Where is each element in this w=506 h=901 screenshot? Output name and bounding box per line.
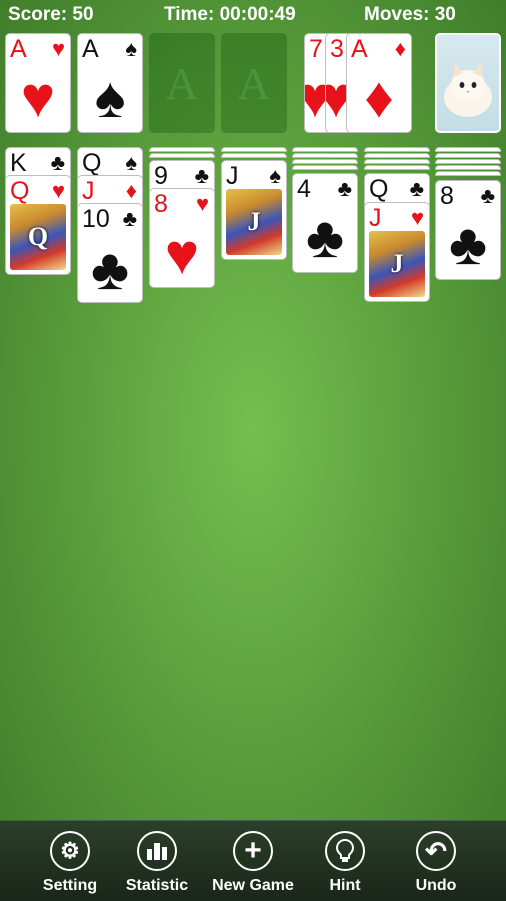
card-rank: Q (82, 149, 102, 177)
jack-face-art: J (369, 231, 425, 297)
card-suit-small: ♠ (125, 36, 137, 61)
face-down-card-edge (364, 153, 430, 158)
undo-arrow-icon: ↶ (416, 831, 456, 871)
foundation-hearts[interactable]: A ♥ ♥ (5, 33, 71, 133)
face-down-card-edge (435, 147, 501, 152)
kitten-card-back-image (444, 63, 492, 117)
statistic-label: Statistic (125, 877, 189, 894)
face-down-card-edge (364, 159, 430, 164)
card-rank: J (226, 162, 239, 190)
card-suit-small: ♣ (122, 206, 137, 231)
lightbulb-glyph (335, 838, 355, 862)
card-rank: 8 (440, 182, 454, 210)
card-rank: K (10, 149, 27, 177)
face-down-card-edge (292, 165, 358, 170)
card-suit-large: ♣ (305, 205, 345, 270)
card-rank: 7 (309, 35, 323, 63)
card-rank: 8 (154, 190, 168, 218)
card-suit-large: ♣ (448, 212, 488, 277)
face-down-card-edge (149, 153, 215, 158)
card-suit-small: ♦ (125, 178, 137, 203)
card-suit-small: ♣ (409, 176, 424, 201)
tableau-card[interactable]: 10 ♣ ♣ (77, 203, 143, 303)
face-down-card-edge (435, 171, 501, 176)
face-down-card-edge (221, 153, 287, 158)
card-suit-small: ♣ (194, 163, 209, 188)
card-rank: J (369, 204, 382, 232)
new-game-label: New Game (212, 877, 294, 894)
score-label: Score: 50 (8, 4, 94, 25)
card-suit-small: ♦ (394, 36, 406, 61)
waste-top-card[interactable]: A ♦ ♦ (346, 33, 412, 133)
card-rank: 4 (297, 175, 311, 203)
plus-icon: + (233, 831, 273, 871)
card-suit-small: ♣ (337, 176, 352, 201)
face-down-card-edge (435, 153, 501, 158)
face-down-card-edge (435, 159, 501, 164)
face-down-card-edge (292, 147, 358, 152)
face-down-card-edge (292, 153, 358, 158)
time-label: Time: 00:00:49 (164, 4, 296, 25)
face-letter: J (247, 207, 261, 236)
undo-label: Undo (415, 877, 457, 894)
card-rank: A (10, 35, 27, 63)
tableau-card[interactable]: 8 ♥ ♥ (149, 188, 215, 288)
card-rank: A (82, 35, 99, 63)
tableau-card[interactable]: J ♠ J (221, 160, 287, 260)
card-rank: Q (10, 177, 30, 205)
card-suit-small: ♣ (480, 183, 495, 208)
foundation-empty-slot[interactable]: A (149, 33, 215, 133)
statistic-button[interactable]: Statistic (112, 831, 202, 895)
card-suit-small: ♥ (195, 191, 209, 216)
slot-placeholder: A (165, 57, 199, 109)
queen-face-art: Q (10, 204, 66, 270)
tableau-card[interactable]: 4 ♣ ♣ (292, 173, 358, 273)
undo-button[interactable]: ↶ Undo (391, 831, 481, 895)
face-down-card-edge (221, 147, 287, 152)
card-suit-small: ♥ (410, 205, 424, 230)
card-rank: 9 (154, 162, 168, 190)
card-suit-small: ♠ (269, 163, 281, 188)
lightbulb-icon (325, 831, 365, 871)
jack-face-art: J (226, 189, 282, 255)
face-down-card-edge (435, 165, 501, 170)
card-suit-small: ♥ (51, 36, 65, 61)
face-down-card-edge (364, 165, 430, 170)
face-letter: J (390, 249, 404, 278)
moves-label: Moves: 30 (364, 4, 456, 25)
card-suit-large: ♥ (20, 65, 56, 130)
setting-label: Setting (42, 877, 98, 894)
setting-button[interactable]: ⚙ Setting (25, 831, 115, 895)
card-suit-small: ♠ (125, 150, 137, 175)
foundation-spades[interactable]: A ♠ ♠ (77, 33, 143, 133)
new-game-button[interactable]: + New Game (208, 831, 298, 895)
card-rank: A (351, 35, 368, 63)
tableau-card[interactable]: 8 ♣ ♣ (435, 180, 501, 280)
tableau-card[interactable]: Q ♥ Q (5, 175, 71, 275)
hint-label: Hint (329, 877, 361, 894)
hint-button[interactable]: Hint (300, 831, 390, 895)
face-down-card-edge (292, 159, 358, 164)
stock-pile[interactable] (435, 33, 501, 133)
card-suit-large: ♦ (364, 65, 394, 130)
bar-chart-glyph (147, 843, 167, 860)
card-rank: Q (369, 175, 389, 203)
bar-chart-icon (137, 831, 177, 871)
foundation-empty-slot[interactable]: A (221, 33, 287, 133)
face-down-card-edge (364, 147, 430, 152)
bottom-toolbar: ⚙ Setting Statistic + New Game Hint ↶ Un… (0, 820, 506, 901)
face-down-card-edge (149, 147, 215, 152)
card-rank: 10 (82, 205, 110, 233)
tableau-card[interactable]: J ♥ J (364, 202, 430, 302)
card-suit-large: ♥ (164, 222, 200, 287)
card-rank: 3 (330, 35, 344, 63)
gear-icon: ⚙ (50, 831, 90, 871)
card-rank: J (82, 177, 95, 205)
slot-placeholder: A (237, 57, 271, 109)
card-suit-large: ♠ (94, 65, 126, 130)
face-letter: Q (27, 222, 49, 251)
card-suit-small: ♣ (50, 150, 65, 175)
card-suit-large: ♣ (90, 237, 130, 302)
card-suit-small: ♥ (51, 178, 65, 203)
